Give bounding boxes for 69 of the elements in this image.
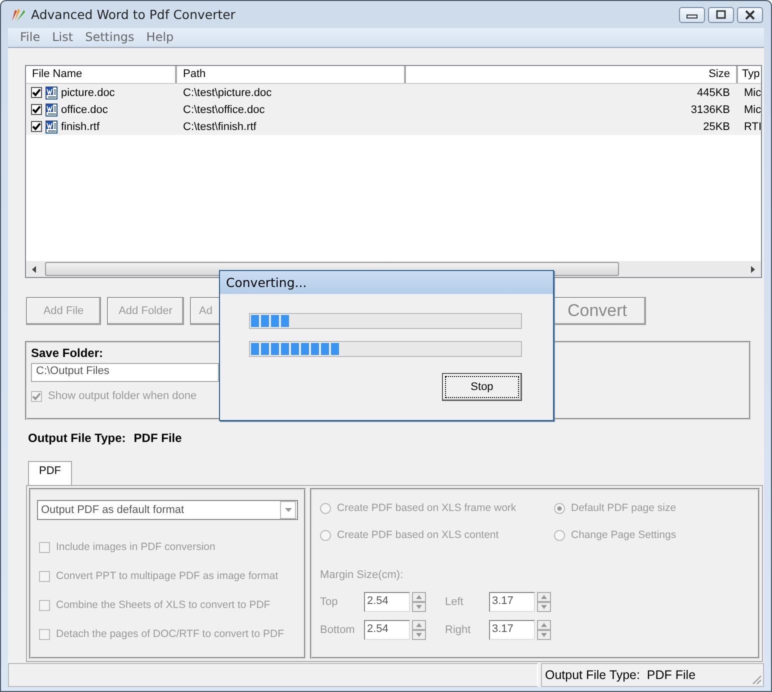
maximize-button[interactable] bbox=[708, 6, 734, 22]
table-cell-text: 25KB bbox=[702, 120, 731, 132]
resize-grip-icon[interactable] bbox=[750, 673, 762, 685]
radio-button[interactable] bbox=[320, 530, 331, 540]
margin-field-label: Left bbox=[445, 596, 464, 608]
margin-field-label: Top bbox=[320, 596, 339, 608]
file-name: finish.rtf bbox=[61, 120, 100, 132]
document-icon bbox=[45, 120, 58, 134]
document-icon bbox=[45, 86, 58, 100]
radio-label: Create PDF based on XLS frame work bbox=[337, 502, 516, 514]
column-header[interactable]: Typ bbox=[738, 66, 761, 83]
window-title: Advanced Word to Pdf Converter bbox=[31, 7, 236, 22]
table-cell-text: RTI bbox=[743, 120, 761, 132]
checkbox[interactable] bbox=[31, 121, 42, 132]
folder-field[interactable]: C:\Output Files bbox=[31, 363, 219, 382]
checkbox-label: Combine the Sheets of XLS to convert to PDF bbox=[56, 599, 270, 611]
number-field[interactable]: 2.54 bbox=[364, 620, 410, 640]
margin-field-label: Right bbox=[445, 624, 472, 636]
margin-field-label: Bottom bbox=[320, 624, 356, 636]
number-field[interactable]: 2.54 bbox=[364, 592, 410, 612]
checkbox[interactable] bbox=[31, 87, 42, 98]
table-cell-text: C:\test\office.doc bbox=[182, 104, 266, 116]
radio-label: Change Page Settings bbox=[571, 529, 676, 541]
menu-item[interactable]: List bbox=[46, 28, 80, 46]
document-icon bbox=[45, 102, 58, 116]
spinner-icon[interactable] bbox=[412, 620, 426, 640]
table-cell-text: Mic bbox=[743, 86, 761, 98]
radio-button[interactable] bbox=[320, 502, 331, 514]
minimize-button[interactable] bbox=[679, 6, 705, 22]
left-arrow-icon bbox=[31, 266, 37, 272]
output-type-value: PDF File bbox=[134, 431, 182, 445]
table-cell-text: Mic bbox=[743, 104, 761, 116]
output-type-label: Output File Type: bbox=[28, 431, 126, 445]
table-cell-text: 445KB bbox=[696, 86, 731, 98]
close-icon bbox=[744, 10, 756, 20]
restore-icon bbox=[716, 10, 726, 19]
radio-label: Default PDF page size bbox=[571, 502, 676, 514]
checkbox-label: Show output folder when done bbox=[48, 390, 197, 402]
group-label: Save Folder: bbox=[31, 346, 104, 360]
format-dropdown[interactable]: Output PDF as default format bbox=[37, 500, 298, 520]
file-name: office.doc bbox=[61, 104, 108, 116]
close-button[interactable] bbox=[737, 6, 763, 22]
checkbox-label: Include images in PDF conversion bbox=[56, 541, 216, 553]
menu-item[interactable]: Settings bbox=[79, 28, 140, 46]
tab[interactable]: PDF bbox=[28, 461, 72, 486]
checkbox[interactable] bbox=[31, 104, 42, 115]
table-cell-text: C:\test\picture.doc bbox=[182, 86, 273, 98]
table-cell-text: C:\test\finish.rtf bbox=[182, 120, 258, 132]
radio-button[interactable] bbox=[554, 502, 565, 514]
menu-item[interactable]: File bbox=[14, 28, 46, 46]
radio-button[interactable] bbox=[554, 530, 565, 540]
menu-item[interactable]: Help bbox=[140, 28, 180, 46]
number-field[interactable]: 3.17 bbox=[489, 592, 535, 612]
margin-label: Margin Size(cm): bbox=[320, 569, 404, 581]
right-arrow-icon bbox=[750, 266, 756, 272]
table-cell-text: 3136KB bbox=[690, 104, 731, 116]
checkbox-label: Detach the pages of DOC/RTF to convert to PDF bbox=[56, 628, 284, 640]
spinner-icon[interactable] bbox=[412, 592, 426, 612]
brush-icon bbox=[10, 6, 26, 22]
number-field[interactable]: 3.17 bbox=[489, 620, 535, 640]
file-name: picture.doc bbox=[61, 86, 115, 98]
status-text: Output File Type: PDF File bbox=[545, 668, 696, 682]
dialog-title: Converting... bbox=[226, 275, 307, 290]
dropdown-arrow-icon bbox=[284, 508, 292, 512]
spinner-icon[interactable] bbox=[537, 620, 551, 640]
stop-button[interactable]: Stop bbox=[442, 373, 522, 401]
radio-label: Create PDF based on XLS content bbox=[337, 529, 499, 541]
checkbox-label: Convert PPT to multipage PDF as image format bbox=[56, 570, 278, 582]
spinner-icon[interactable] bbox=[537, 592, 551, 612]
